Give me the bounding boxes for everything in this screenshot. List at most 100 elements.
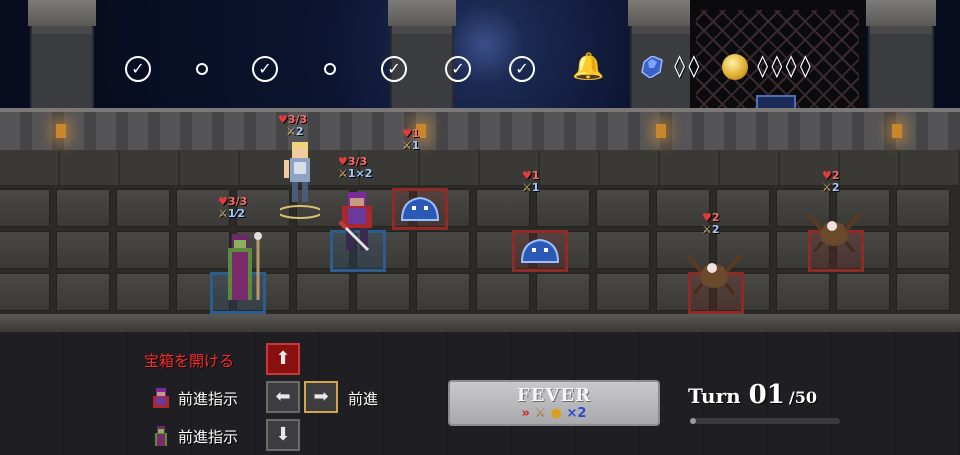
sword-icon: ⚔ <box>286 125 296 138</box>
knight-sprite[interactable] <box>280 140 320 220</box>
mage-portrait-icon <box>155 426 167 446</box>
coin-icon <box>722 54 748 80</box>
floor-tile <box>116 273 170 311</box>
floor-tile <box>596 273 650 311</box>
knight-stats: ♥3/3 ⚔2 <box>278 114 307 138</box>
open-chest-label: 宝箱を開ける <box>144 352 235 370</box>
sword-icon: ⚔ <box>822 181 832 194</box>
turn-counter: Turn 01/50 <box>688 380 817 410</box>
coin-count: ◊◊◊◊ <box>756 54 813 79</box>
attack-multiplier: 2 <box>237 207 246 220</box>
turn-progress-fill <box>690 418 696 424</box>
turn-max: 50 <box>794 388 817 407</box>
fever-title: FEVER <box>516 385 592 406</box>
move-left-button[interactable]: ⬅ <box>266 381 300 413</box>
crab-stats: ♥2 ⚔2 <box>702 212 720 236</box>
floor-tile <box>56 231 110 269</box>
advance-order-label: 前進指示 <box>178 428 239 446</box>
advance-order-label: 前進指示 <box>178 390 239 408</box>
floor-tile <box>416 273 470 311</box>
stage-cleared-icon: ✓ <box>445 56 471 82</box>
attack-value: 1 <box>411 139 420 152</box>
floor-tile <box>476 189 530 227</box>
floor-tile <box>56 189 110 227</box>
turn-current: 01 <box>748 380 785 410</box>
stage-cleared-icon: ✓ <box>509 56 535 82</box>
balustrade <box>0 112 960 150</box>
attack-value: 1 <box>347 167 356 180</box>
floor-tile <box>356 273 410 311</box>
torch-icon <box>56 124 66 138</box>
floor-tile <box>716 189 770 227</box>
crab-stats: ♥2 ⚔2 <box>822 170 840 194</box>
attack-multiplier: 2 <box>364 167 373 180</box>
gem-icon <box>641 56 663 78</box>
arrow-right-icon: ➡ <box>313 386 329 407</box>
mage-stats: ♥3/3 ⚔1⁄2 <box>218 195 248 220</box>
arrow-down-icon: ⬇ <box>275 424 291 445</box>
arrow-up-icon: ⬆ <box>275 348 291 369</box>
attack-value: 2 <box>295 125 304 138</box>
floor-tile <box>596 231 650 269</box>
slime-sprite[interactable] <box>518 236 562 266</box>
fever-panel[interactable]: FEVER » ⚔ ● ×2 <box>448 380 660 426</box>
sword-icon: ⚔ <box>402 139 412 152</box>
stage-cleared-icon: ✓ <box>252 56 278 82</box>
castle-wall <box>0 150 960 190</box>
stage-cleared-icon: ✓ <box>125 56 151 82</box>
attack-value: 1 <box>531 181 540 194</box>
torch-icon <box>656 124 666 138</box>
turn-progress-bar <box>690 418 840 424</box>
mage-sprite[interactable] <box>216 228 266 308</box>
floor-tile <box>896 231 950 269</box>
floor-tile <box>836 273 890 311</box>
slime-stats: ♥1 ⚔1 <box>522 170 540 194</box>
sword-icon: ⚔ <box>522 181 532 194</box>
warrior-stats: ♥3/3 ⚔1×2 <box>338 155 373 180</box>
fever-bonus: » ⚔ ● ×2 <box>521 406 587 421</box>
floor-tile <box>896 189 950 227</box>
fast-forward-icon: » <box>521 406 530 421</box>
move-right-button[interactable]: ➡ <box>304 381 338 413</box>
floor-tile <box>116 231 170 269</box>
crab-monster-sprite[interactable] <box>804 204 864 254</box>
warrior-sprite[interactable] <box>334 188 382 260</box>
stage-pending-icon <box>324 63 336 75</box>
move-down-button[interactable]: ⬇ <box>266 419 300 451</box>
sword-icon: ⚔ <box>702 223 712 236</box>
floor-tile <box>0 189 50 227</box>
floor-tile <box>536 189 590 227</box>
floor-tile <box>416 231 470 269</box>
torch-icon <box>892 124 902 138</box>
floor-tile <box>0 231 50 269</box>
floor-tile <box>776 273 830 311</box>
warrior-portrait-icon <box>153 388 169 408</box>
stage-pending-icon <box>196 63 208 75</box>
arrow-left-icon: ⬅ <box>275 386 291 407</box>
floor-tile <box>56 273 110 311</box>
sword-icon: ⚔ <box>338 167 348 180</box>
stage-cleared-icon: ✓ <box>381 56 407 82</box>
game-scene: ♥3/3 ⚔2 ♥3/3 ⚔1×2 ♥3/3 ⚔1⁄2 ♥1 ⚔1 ♥1 ⚔1 … <box>0 0 960 455</box>
sword-icon: ⚔ <box>534 406 547 421</box>
open-chest-button[interactable]: ⬆ <box>266 343 300 375</box>
floor-tile <box>536 273 590 311</box>
coin-icon: ● <box>550 406 562 421</box>
floor-tile <box>116 189 170 227</box>
crab-monster-sprite[interactable] <box>684 246 744 296</box>
floor-tile <box>296 273 350 311</box>
sword-icon: ⚔ <box>218 207 228 220</box>
floor-tile <box>896 273 950 311</box>
floor-ledge <box>0 314 960 332</box>
slime-stats: ♥1 ⚔1 <box>402 128 420 152</box>
attack-value: 2 <box>831 181 840 194</box>
floor-tile <box>476 273 530 311</box>
floor-tile <box>0 273 50 311</box>
fever-multiplier: 2 <box>577 406 587 421</box>
advance-label: 前進 <box>348 390 379 408</box>
attack-value: 2 <box>711 223 720 236</box>
floor-tile <box>596 189 650 227</box>
slime-sprite[interactable] <box>398 194 442 224</box>
turn-label: Turn <box>688 384 741 408</box>
attack-value: 1 <box>227 207 236 220</box>
